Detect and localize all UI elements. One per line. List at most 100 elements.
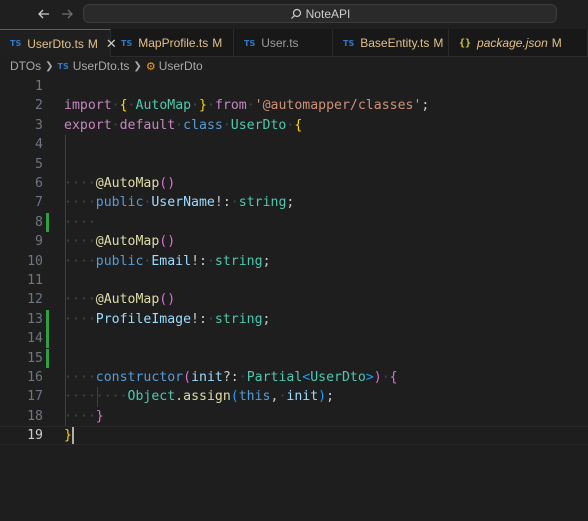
- tab-package-json[interactable]: {} package.json M: [449, 29, 588, 57]
- code-line[interactable]: 17 ········Object.assign(this,·init);: [0, 387, 588, 406]
- whitespace: ·: [111, 98, 120, 114]
- punctuation: ;: [262, 253, 271, 269]
- code-token: @AutoMap: [95, 176, 160, 191]
- code-token: string: [238, 195, 287, 211]
- code-line[interactable]: 11: [0, 271, 588, 290]
- arrow-left-icon[interactable]: [34, 4, 54, 24]
- gutter-change-marker[interactable]: [46, 212, 49, 232]
- arrow-right-icon[interactable]: [57, 4, 77, 24]
- line-number: 5: [35, 156, 43, 172]
- code-line[interactable]: 4: [0, 135, 588, 154]
- typescript-icon: TS: [343, 38, 355, 48]
- code-token: constructor: [95, 370, 184, 385]
- code-token: Partial: [246, 370, 303, 385]
- code-token: UserName: [151, 195, 215, 211]
- punctuation: :: [199, 311, 207, 327]
- gutter-change-marker[interactable]: [46, 329, 49, 349]
- code-line[interactable]: 1: [0, 77, 588, 96]
- code-line[interactable]: 16 ····constructor(init?:·Partial<UserDto…: [0, 368, 588, 387]
- code-line[interactable]: 18 ····}: [0, 407, 588, 426]
- bracket: ): [167, 292, 176, 308]
- code-text: ····public·UserName!:·string;: [64, 193, 294, 212]
- code-line[interactable]: 13 ····ProfileImage!:·string;: [0, 309, 588, 329]
- tab-label: User.ts: [261, 36, 299, 50]
- punctuation: :: [222, 195, 231, 211]
- code-text: ····@AutoMap(): [64, 174, 175, 193]
- code-text: import·{·AutoMap·}·from·'@automapper/cla…: [64, 96, 429, 115]
- line-number: 2: [35, 98, 43, 114]
- code-line[interactable]: 5: [0, 155, 588, 174]
- search-label: NoteAPI: [305, 6, 351, 21]
- code-text: ········Object.assign(this,·init);: [64, 387, 334, 406]
- whitespace: ·: [222, 117, 231, 133]
- code-line[interactable]: 8 ····: [0, 212, 588, 232]
- code-token: from: [214, 98, 247, 114]
- line-number: 10: [27, 253, 43, 269]
- editor-tabs: TS UserDto.ts M ✕ TS MapProfile.ts M TS …: [0, 29, 588, 57]
- modified-badge: M: [87, 36, 98, 51]
- whitespace: ·: [191, 98, 200, 114]
- gutter-change-marker[interactable]: [46, 348, 49, 368]
- line-number: 18: [27, 408, 43, 424]
- whitespace: ····: [64, 195, 96, 211]
- whitespace: ·: [246, 98, 255, 114]
- code-line[interactable]: 2 import·{·AutoMap·}·from·'@automapper/cl…: [0, 96, 588, 115]
- punctuation: :: [199, 253, 207, 269]
- code-line[interactable]: 9 ····@AutoMap(): [0, 232, 588, 251]
- code-line[interactable]: 14: [0, 329, 588, 349]
- tab-mapprofile[interactable]: TS MapProfile.ts M: [111, 29, 234, 57]
- breadcrumb-symbol[interactable]: UserDto: [159, 59, 203, 73]
- code-token: Object: [127, 389, 176, 405]
- line-number: 11: [27, 273, 43, 288]
- code-line[interactable]: 12 ····@AutoMap(): [0, 290, 588, 309]
- tab-userdto[interactable]: TS UserDto.ts M ✕: [0, 29, 117, 57]
- tab-label: UserDto.ts: [27, 36, 84, 51]
- gutter-change-marker[interactable]: [46, 309, 49, 329]
- indent-guide: [96, 387, 98, 407]
- bracket: (: [183, 370, 192, 385]
- tab-baseentity[interactable]: TS BaseEntity.ts M: [333, 29, 449, 57]
- bracket: ): [318, 389, 327, 405]
- code-line[interactable]: 7 ····public·UserName!:·string;: [0, 193, 588, 212]
- code-text: ····: [64, 213, 96, 232]
- code-token: UserDto: [230, 117, 287, 133]
- code-token: public: [95, 195, 144, 211]
- code-text: ····@AutoMap(): [64, 232, 175, 251]
- punctuation: ;: [421, 98, 430, 114]
- code-token: @AutoMap: [95, 234, 160, 250]
- code-token: export: [64, 117, 112, 133]
- punctuation: !: [191, 253, 200, 269]
- code-line[interactable]: 10 ····public·Email!:·string;: [0, 252, 588, 271]
- code-line[interactable]: 15: [0, 348, 588, 368]
- code-line[interactable]: 6 ····@AutoMap(): [0, 174, 588, 193]
- bracket: {: [389, 370, 398, 385]
- code-line[interactable]: 19}: [0, 426, 588, 446]
- whitespace: ·: [175, 117, 184, 133]
- bracket: ): [167, 234, 176, 250]
- chevron-right-icon: ❯: [133, 60, 142, 72]
- breadcrumb-file[interactable]: UserDto.ts: [73, 59, 130, 73]
- code-editor[interactable]: 1 2 import·{·AutoMap·}·from·'@automapper/c…: [0, 75, 588, 521]
- code-token: UserDto: [310, 370, 366, 385]
- json-icon: {}: [459, 37, 472, 49]
- breadcrumb-folder[interactable]: DTOs: [10, 59, 41, 73]
- code-text: }: [64, 427, 72, 444]
- punctuation: !: [214, 195, 223, 211]
- tab-user[interactable]: TS User.ts: [234, 29, 333, 57]
- tab-label: BaseEntity.ts: [360, 36, 430, 50]
- bracket: {: [119, 98, 128, 114]
- line-number: 3: [35, 117, 43, 133]
- chevron-right-icon: ❯: [45, 60, 54, 72]
- typescript-icon: TS: [121, 38, 133, 48]
- code-line[interactable]: 3 export·default·class·UserDto·{: [0, 116, 588, 135]
- line-number: 8: [35, 214, 43, 230]
- class-symbol-icon: ⚙: [145, 60, 156, 73]
- code-token: AutoMap: [135, 98, 192, 114]
- typescript-icon: TS: [244, 38, 256, 48]
- bracket: ): [373, 370, 382, 385]
- whitespace: ·: [206, 311, 215, 327]
- modified-badge: M: [212, 36, 223, 50]
- code-token: import: [64, 98, 112, 114]
- title-bar: NoteAPI: [0, 0, 588, 29]
- command-center-search[interactable]: NoteAPI: [83, 4, 557, 23]
